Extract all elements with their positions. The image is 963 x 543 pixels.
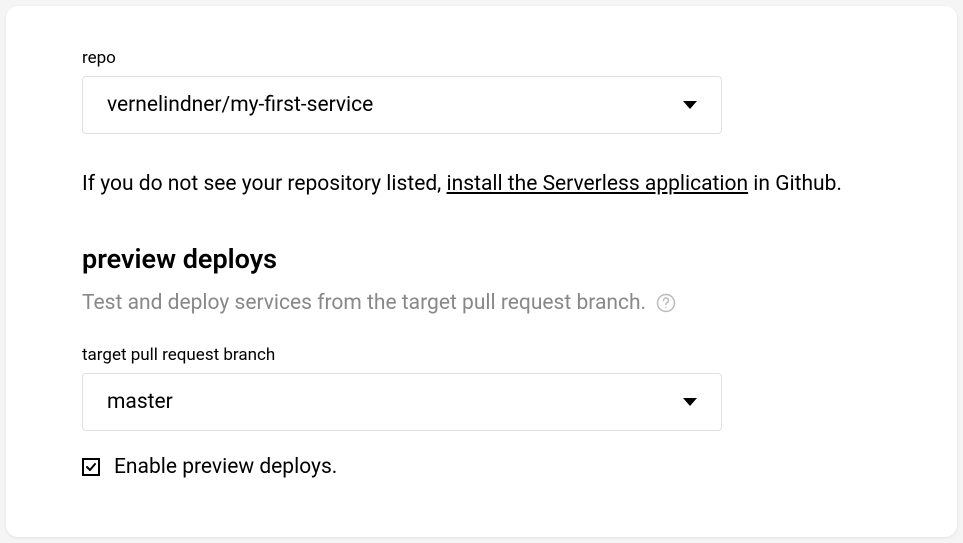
install-app-link[interactable]: install the Serverless application [447,172,749,196]
repo-label: repo [82,48,881,68]
repo-select[interactable]: vernelindner/my-first-service [82,76,722,134]
enable-preview-checkbox-row: Enable preview deploys. [82,455,881,479]
branch-select-wrapper: master [82,373,722,431]
preview-deploys-subtext-row: Test and deploy services from the target… [82,291,881,315]
settings-card: repo vernelindner/my-first-service If yo… [6,6,957,537]
help-text-suffix: in Github. [748,172,842,196]
question-circle-icon[interactable] [656,293,676,313]
repo-select-wrapper: vernelindner/my-first-service [82,76,722,134]
branch-select[interactable]: master [82,373,722,431]
caret-down-icon [683,398,697,406]
repo-help-text: If you do not see your repository listed… [82,170,881,199]
preview-deploys-heading: preview deploys [82,243,881,275]
help-text-prefix: If you do not see your repository listed… [82,172,447,196]
enable-preview-checkbox[interactable] [82,458,100,476]
branch-label: target pull request branch [82,345,881,365]
caret-down-icon [683,101,697,109]
branch-select-value: master [107,390,173,414]
repo-select-value: vernelindner/my-first-service [107,93,373,117]
preview-deploys-subtext: Test and deploy services from the target… [82,291,646,315]
enable-preview-label: Enable preview deploys. [114,455,337,479]
